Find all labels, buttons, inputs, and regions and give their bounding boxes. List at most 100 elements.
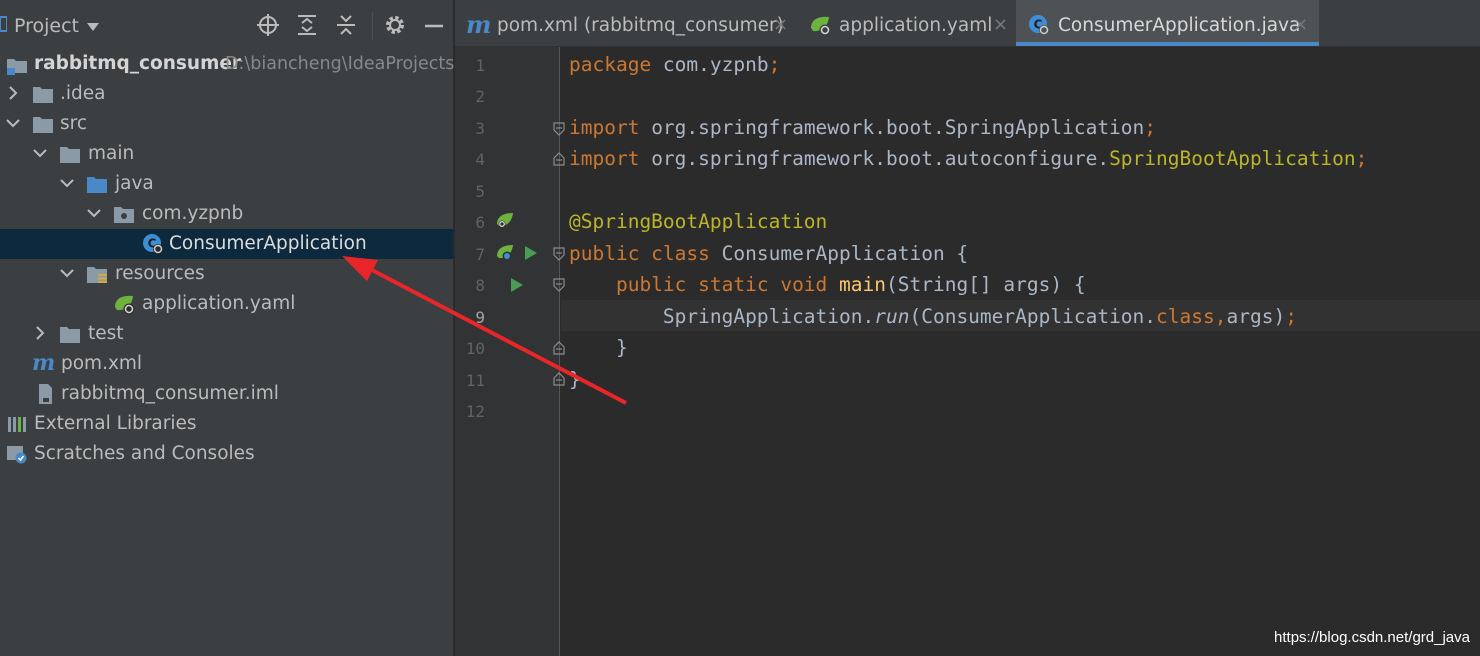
scratches-icon [7,446,27,464]
tree-item-consumer-application[interactable]: C ConsumerApplication [0,229,453,259]
line-number: 3 [475,119,485,138]
chevron-right-icon[interactable] [5,85,21,101]
tree-item-label: application.yaml [142,293,296,314]
code-annotation: @SpringBootApplication [569,210,828,233]
code-text: args) [1226,305,1286,328]
tree-item-label: ConsumerApplication [169,233,367,254]
fold-marker-icon[interactable] [553,122,565,136]
expand-all-icon[interactable] [294,12,320,38]
line-number: 7 [475,245,485,264]
code-text: ConsumerApplication { [709,242,969,265]
tree-item-label: Scratches and Consoles [34,443,255,464]
package-icon [114,207,134,223]
code-line-8[interactable]: public static void main(String[] args) { [569,273,1086,296]
tab-pom-xml[interactable]: m pom.xml (rabbitmq_consumer) × [455,0,797,46]
tree-item-main[interactable]: main [0,139,453,169]
tree-item-pom[interactable]: m pom.xml [0,349,453,379]
tree-item-label: src [60,113,88,134]
libraries-icon [8,417,26,432]
maven-icon: m [32,350,56,376]
iml-file-icon [39,384,52,404]
tree-item-java[interactable]: java [0,169,453,199]
code-text: (String[] args) { [886,273,1086,296]
chevron-right-icon[interactable] [32,325,48,341]
tab-consumer-application[interactable]: C ConsumerApplication.java × [1016,0,1319,46]
code-text: } [569,368,581,391]
project-tool-window: Project rabbitmq_consumer D:\biancheng\I… [0,0,455,656]
code-line-11[interactable]: } [569,368,581,391]
fold-marker-icon[interactable] [553,247,565,261]
dropdown-caret-icon[interactable] [86,22,100,32]
minimize-icon[interactable] [421,12,447,38]
chevron-down-icon[interactable] [86,205,102,221]
spring-bean-icon[interactable] [496,244,514,262]
project-view-title[interactable]: Project [14,15,79,37]
code-keyword: import [569,147,640,170]
collapse-all-icon[interactable] [333,12,359,38]
tree-item-label: rabbitmq_consumer.iml [61,383,279,404]
project-path: D:\biancheng\IdeaProjects [225,54,455,74]
code-line-9[interactable]: SpringApplication.run(ConsumerApplicatio… [569,305,1297,328]
tab-application-yaml[interactable]: application.yaml × [797,0,1016,46]
chevron-down-icon[interactable] [32,145,48,161]
code-line-6[interactable]: @SpringBootApplication [569,210,827,233]
code-line-1[interactable]: package com.yzpnb; [569,53,780,76]
editor-tab-bar: m pom.xml (rabbitmq_consumer) × applicat… [455,0,1480,47]
fold-marker-icon[interactable] [553,278,565,292]
fold-marker-icon[interactable] [553,152,565,166]
code-keyword: class, [1156,305,1227,328]
spring-class-icon: C [143,234,163,254]
code-text: (ConsumerApplication. [909,305,1157,328]
gear-icon[interactable] [382,12,408,38]
tree-item-project-root[interactable]: rabbitmq_consumer D:\biancheng\IdeaProje… [0,49,455,79]
header-divider [372,12,373,40]
spring-class-icon: C [1029,15,1049,35]
code-text: org.springframework.boot.autoconfigure. [639,147,1110,170]
fold-marker-icon[interactable] [553,341,565,355]
fold-marker-icon[interactable] [553,372,565,386]
tree-item-label: java [115,173,154,194]
line-number: 8 [475,276,485,295]
tree-item-label: External Libraries [34,413,197,434]
code-line-7[interactable]: public class ConsumerApplication { [569,242,968,265]
code-line-4[interactable]: import org.springframework.boot.autoconf… [569,147,1367,170]
close-icon[interactable]: × [773,14,788,35]
tab-label: pom.xml (rabbitmq_consumer) [497,15,784,36]
folder-icon [60,327,80,343]
line-number: 2 [475,87,485,106]
tree-item-test[interactable]: test [0,319,453,349]
tree-item-external-libraries[interactable]: External Libraries [0,409,453,439]
run-icon[interactable] [522,244,540,262]
tree-item-label: main [88,143,135,164]
tree-item-application-yaml[interactable]: application.yaml [0,289,453,319]
code-text: org.springframework.boot.SpringApplicati… [639,116,1145,139]
chevron-down-icon[interactable] [5,115,21,131]
spring-yaml-icon [115,295,135,315]
close-icon[interactable]: × [1293,14,1308,35]
tool-window-stripe-icon [0,16,7,32]
tree-item-package[interactable]: com.yzpnb [0,199,453,229]
close-icon[interactable]: × [993,14,1008,35]
code-line-10[interactable]: } [569,336,628,359]
watermark: https://blog.csdn.net/grd_java [1274,629,1470,646]
code-line-3[interactable]: import org.springframework.boot.SpringAp… [569,116,1156,139]
tree-item-idea[interactable]: .idea [0,79,453,109]
tree-item-resources[interactable]: resources [0,259,453,289]
locate-crosshair-icon[interactable] [255,12,281,38]
line-number: 4 [475,150,485,169]
module-folder-icon [7,59,27,75]
code-semicolon: ; [768,53,781,76]
code-method-name: main [839,273,887,296]
spring-bean-icon[interactable] [496,212,514,230]
chevron-down-icon[interactable] [59,175,75,191]
line-number: 11 [465,371,485,390]
tree-item-iml[interactable]: rabbitmq_consumer.iml [0,379,453,409]
code-keyword: import [569,116,640,139]
run-icon[interactable] [508,276,526,294]
line-number: 6 [475,213,485,232]
tree-item-src[interactable]: src [0,109,453,139]
tree-item-scratches[interactable]: Scratches and Consoles [0,439,453,469]
chevron-down-icon[interactable] [59,265,75,281]
